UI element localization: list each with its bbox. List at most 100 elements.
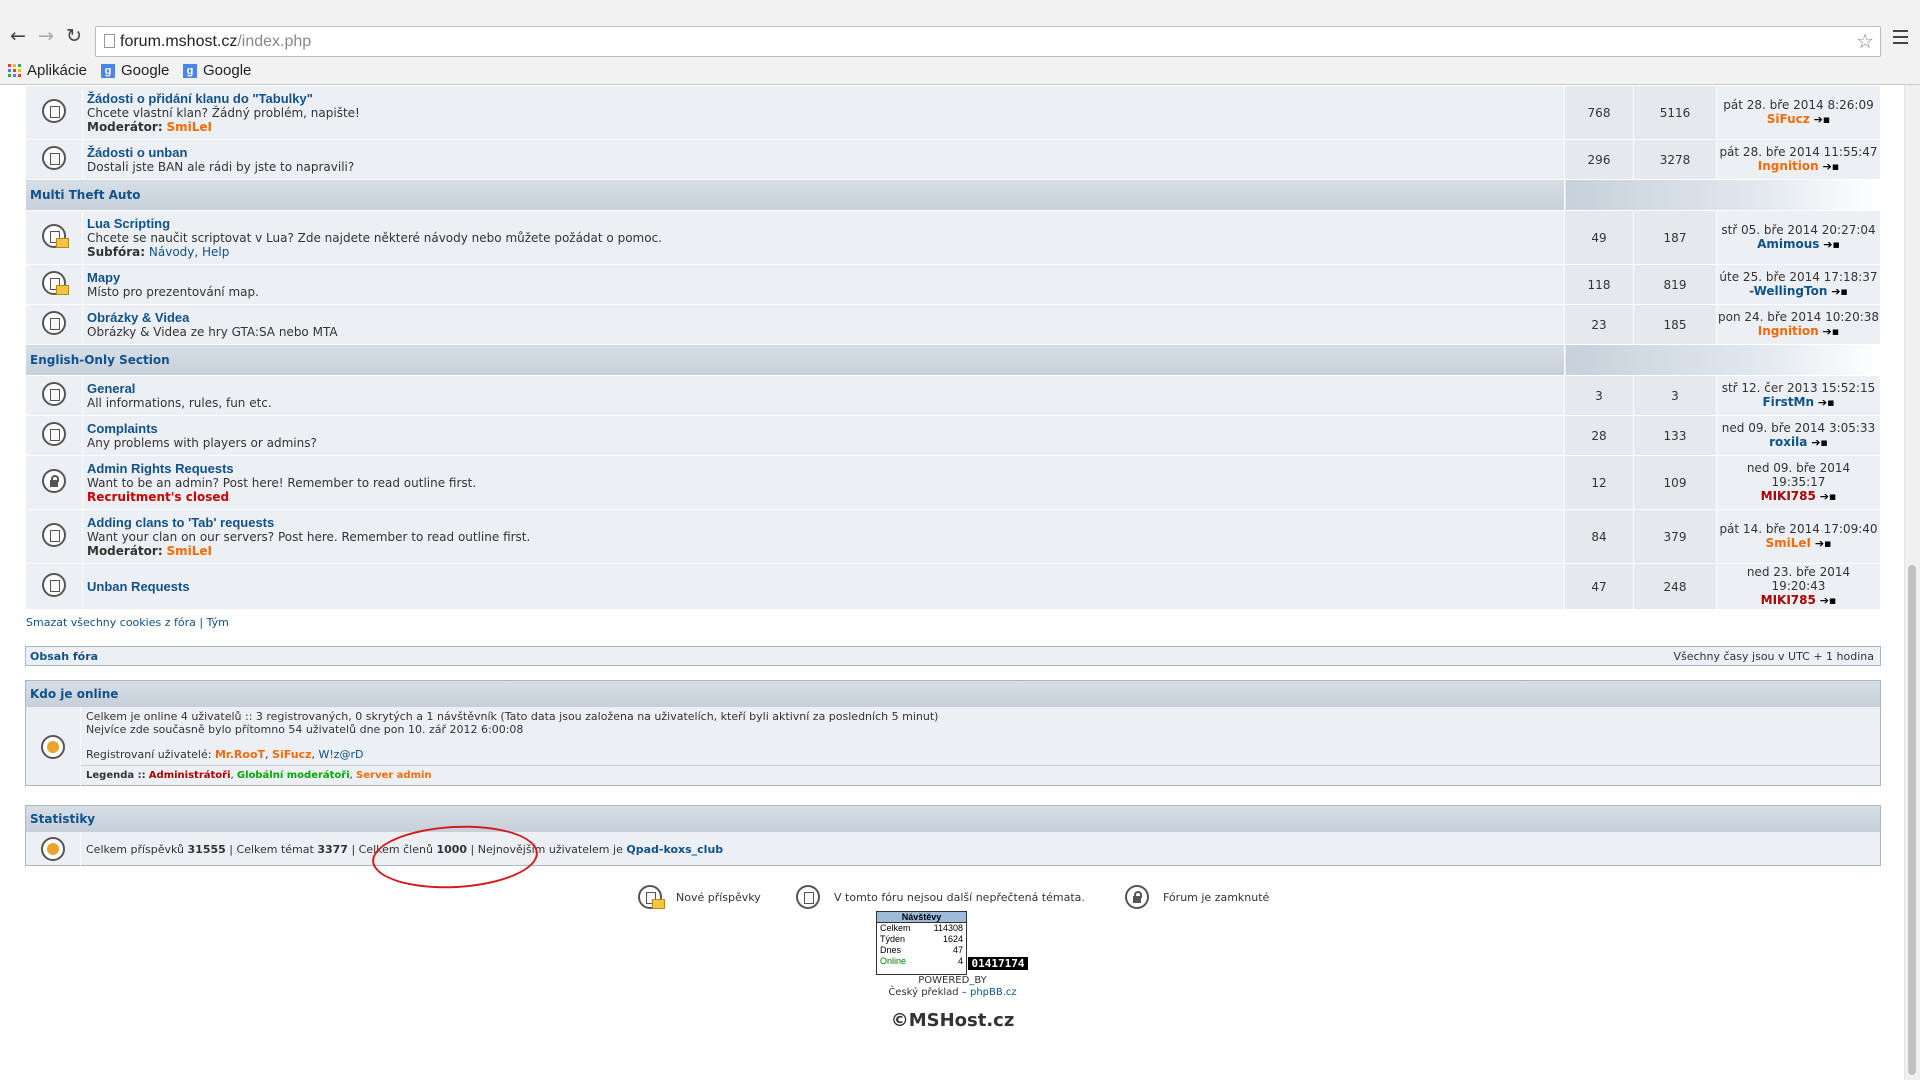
user-link[interactable]: Mr.RooT	[215, 748, 265, 761]
category-row: English-Only Section	[25, 344, 1881, 376]
forum-icon	[42, 523, 66, 547]
forum-row: Lua Scripting Chcete se naučit scriptovat…	[25, 210, 1881, 265]
legend-admins[interactable]: Administrátoři	[149, 770, 231, 781]
forum-icon	[42, 382, 66, 406]
forum-title-link[interactable]: Obrázky & Videa	[87, 310, 189, 325]
last-post-user[interactable]: Amimous	[1757, 237, 1819, 251]
topics-count: 768	[1564, 85, 1634, 140]
forum-title-link[interactable]: Žádosti o unban	[87, 145, 187, 160]
last-post-user[interactable]: SmiLeI	[1765, 536, 1811, 550]
goto-last-post-icon[interactable]: ➔▪	[1811, 436, 1828, 450]
forum-title-link[interactable]: Complaints	[87, 421, 158, 436]
legend-no-unread: V tomto fóru nejsou další nepřečtená tém…	[796, 885, 1085, 909]
statistics-title: Statistiky	[26, 806, 1880, 832]
posts-count: 819	[1633, 264, 1717, 305]
bookmark-label: Aplikácie	[27, 62, 88, 79]
goto-last-post-icon[interactable]: ➔▪	[1831, 285, 1848, 299]
forum-title-link[interactable]: Admin Rights Requests	[87, 461, 234, 476]
last-post-user[interactable]: SiFucz	[1767, 112, 1810, 126]
forum-title-link[interactable]: Žádosti o přidání klanu do "Tabulky"	[87, 91, 313, 106]
last-post-user[interactable]: roxila	[1769, 435, 1807, 449]
forum-description: Want your clan on our servers? Post here…	[87, 530, 531, 544]
forum-extra-value[interactable]: Návody, Help	[149, 245, 229, 259]
visit-counter[interactable]: Návštěvy Celkem 114308 Týden 1624 Dnes 47 O…	[876, 911, 967, 975]
delete-cookies-link[interactable]: Smazat všechny cookies z fóra	[26, 616, 196, 629]
forum-extra-value[interactable]: SmiLeI	[166, 544, 212, 558]
hit-counter-badge[interactable]: 01417174	[968, 957, 1028, 970]
forum-description: Místo pro prezentování map.	[87, 285, 259, 299]
bookmark-apps[interactable]: Aplikácie	[8, 62, 87, 79]
legend-server-admin[interactable]: Server admin	[356, 770, 432, 781]
bookmarks-bar: Aplikácie g Google g Google	[0, 60, 1920, 85]
reload-icon[interactable]: ↻	[64, 26, 84, 46]
index-bar: Obsah fóra Všechny časy jsou v UTC + 1 h…	[25, 646, 1881, 666]
posts-count: 3	[1633, 375, 1717, 416]
statistics: Statistiky Celkem příspěvků 31555 | Celk…	[25, 805, 1881, 866]
scrollbar-thumb[interactable]	[1908, 565, 1916, 1075]
user-link[interactable]: SiFucz	[272, 748, 311, 761]
goto-last-post-icon[interactable]: ➔▪	[1820, 490, 1837, 504]
newest-user-link[interactable]: Qpad-koxs_club	[626, 843, 723, 856]
last-post-date: úte 25. bře 2014 17:18:37	[1719, 270, 1878, 284]
goto-last-post-icon[interactable]: ➔▪	[1823, 325, 1840, 339]
bookmark-google-2[interactable]: g Google	[183, 62, 251, 79]
last-post-date: pát 28. bře 2014 11:55:47	[1719, 145, 1878, 159]
legend-label: Nové příspěvky	[676, 890, 761, 904]
forum-extra-label: Moderátor:	[87, 120, 163, 134]
goto-last-post-icon[interactable]: ➔▪	[1823, 160, 1840, 174]
forum-description: Chcete se naučit scriptovat v Lua? Zde n…	[87, 231, 662, 245]
forum-extra-value[interactable]: SmiLeI	[166, 120, 212, 134]
back-arrow-icon[interactable]: ←	[8, 26, 28, 46]
forum-info: Unban Requests	[82, 563, 1565, 610]
locked-forum-icon	[42, 469, 66, 493]
goto-last-post-icon[interactable]: ➔▪	[1820, 594, 1837, 608]
last-post-user[interactable]: -WellingTon	[1749, 284, 1827, 298]
registered-users: Registrovaní uživatelé: Mr.RooT, SiFucz,…	[86, 748, 364, 761]
forum-title-link[interactable]: Unban Requests	[87, 579, 190, 594]
topics-count: 47	[1564, 563, 1634, 610]
forum-row: Admin Rights Requests Want to be an admin…	[25, 455, 1881, 510]
bookmark-google-1[interactable]: g Google	[101, 62, 169, 79]
last-post-user[interactable]: MIKI785	[1761, 593, 1816, 607]
forum-icon-cell	[25, 210, 83, 265]
team-link[interactable]: Tým	[207, 616, 229, 629]
last-post-user[interactable]: Ingnition	[1758, 159, 1819, 173]
bookmark-label: Google	[121, 62, 170, 79]
forum-extra-value[interactable]: Recruitment's closed	[87, 490, 229, 504]
last-post: pon 24. bře 2014 10:20:38 Ingnition ➔▪	[1716, 304, 1881, 345]
forum-title-link[interactable]: Mapy	[87, 270, 120, 285]
forum-title-link[interactable]: Lua Scripting	[87, 216, 170, 231]
forum-title-link[interactable]: Adding clans to 'Tab' requests	[87, 515, 274, 530]
posts-count: 248	[1633, 563, 1717, 610]
forum-info: Lua Scripting Chcete se naučit scriptovat…	[82, 210, 1565, 265]
category-title[interactable]: Multi Theft Auto	[25, 179, 1565, 211]
last-post-date: ned 23. bře 2014 19:20:43	[1746, 565, 1851, 593]
forum-index-link[interactable]: Obsah fóra	[30, 650, 98, 663]
phpbb-link[interactable]: phpBB.cz	[970, 987, 1017, 998]
forum-description: Obrázky & Videa ze hry GTA:SA nebo MTA	[87, 325, 338, 339]
legend-global-mods[interactable]: Globální moderátoři	[237, 770, 350, 781]
user-link[interactable]: W!z@rD	[318, 748, 363, 761]
goto-last-post-icon[interactable]: ➔▪	[1815, 537, 1832, 551]
bookmark-star-icon[interactable]: ☆	[1856, 29, 1874, 53]
forum-title-link[interactable]: General	[87, 381, 135, 396]
last-post-user[interactable]: Ingnition	[1758, 324, 1819, 338]
forward-arrow-icon[interactable]: →	[36, 26, 56, 46]
menu-icon[interactable]	[1893, 30, 1908, 48]
last-post-user[interactable]: FirstMn	[1762, 395, 1814, 409]
goto-last-post-icon[interactable]: ➔▪	[1823, 238, 1840, 252]
goto-last-post-icon[interactable]: ➔▪	[1814, 113, 1831, 127]
forum-description: All informations, rules, fun etc.	[87, 396, 272, 410]
last-post-date: stř 12. čer 2013 15:52:15	[1721, 381, 1876, 395]
new-posts-forum-icon	[42, 224, 69, 248]
last-post-user[interactable]: MIKI785	[1761, 489, 1816, 503]
goto-last-post-icon[interactable]: ➔▪	[1818, 396, 1835, 410]
category-title[interactable]: English-Only Section	[25, 344, 1565, 376]
timezone-text: Všechny časy jsou v UTC + 1 hodina	[1673, 650, 1874, 663]
scrollbar[interactable]	[1904, 85, 1920, 1080]
posts-count: 187	[1633, 210, 1717, 265]
address-bar[interactable]: forum.mshost.cz/index.php ☆	[95, 26, 1881, 57]
last-post: pát 14. bře 2014 17:09:40 SmiLeI ➔▪	[1716, 509, 1881, 564]
topics-count: 84	[1564, 509, 1634, 564]
forum-row: Mapy Místo pro prezentování map. 118 819 úte…	[25, 264, 1881, 305]
